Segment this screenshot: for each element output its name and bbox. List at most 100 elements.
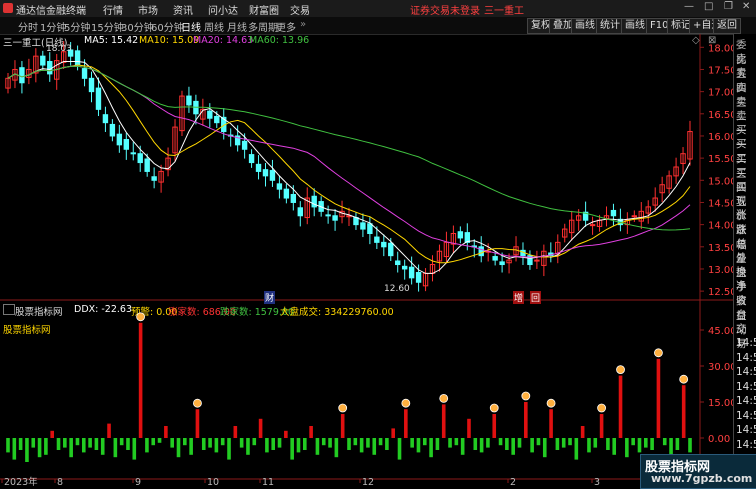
ddx-bar-negative — [397, 438, 402, 460]
login-warning[interactable]: 证券交易未登录 — [410, 2, 480, 17]
ddx-bar-negative — [625, 438, 629, 458]
ddx-bar-negative — [410, 438, 414, 448]
period-more[interactable]: 更多 — [276, 19, 296, 34]
ddx-bar-negative — [416, 438, 421, 453]
alert-icon — [439, 393, 449, 403]
title-bar: 通达信金融终端 行情 市场 资讯 问小达 财富圈 交易 证券交易未登录 三一重工… — [0, 0, 756, 18]
menu-market[interactable]: 市场 — [138, 2, 158, 17]
increase-marker[interactable]: 增 — [513, 291, 525, 304]
buyback-marker[interactable]: 回 — [530, 291, 542, 304]
ddx-bar-negative — [631, 438, 635, 446]
candle-body — [276, 183, 283, 190]
ddx-bar-negative — [271, 438, 276, 450]
ddx-bar-negative — [6, 438, 10, 453]
menu-wealth[interactable]: 财富圈 — [249, 2, 279, 17]
candle-body — [415, 272, 422, 283]
expand-icon[interactable]: » — [300, 19, 306, 30]
ddx-bar-negative — [63, 438, 67, 448]
ddx-bar-negative — [113, 438, 118, 458]
candle-body — [499, 261, 505, 266]
ddx-tick-label: 15.00 — [708, 398, 733, 409]
minimize-icon[interactable]: — — [684, 1, 694, 12]
period-tab[interactable]: 1分钟 — [40, 19, 66, 34]
candle-body — [262, 169, 269, 177]
ddx-bar-negative — [688, 438, 692, 453]
candle-body — [47, 60, 53, 75]
date-tick-label: 11 — [262, 477, 274, 487]
kline-chart[interactable]: 45.00 30.00 15.00 0.00 18.00 17.50 17.00 16.50… — [0, 34, 733, 487]
ddx-bar-negative — [227, 438, 231, 460]
ddx-bar-negative — [454, 438, 459, 446]
ddx-bar-negative — [435, 438, 440, 450]
draw-button[interactable]: 画线 — [571, 18, 599, 34]
maximize-icon[interactable]: □ — [704, 1, 713, 12]
stats-button[interactable]: 统计 — [596, 18, 624, 34]
ddx-bar-negative — [498, 438, 503, 446]
restore-icon[interactable]: ❐ — [724, 1, 733, 12]
candle-body — [401, 265, 408, 270]
ddx-bar-negative — [119, 438, 124, 446]
candle-body — [151, 176, 157, 181]
period-tab[interactable]: 15分钟 — [91, 19, 124, 34]
ddx-bar-negative — [486, 438, 490, 448]
finance-marker[interactable]: 财 — [264, 291, 276, 304]
ddx-tick-label: 30.00 — [708, 362, 733, 373]
date-tick-label: 2023年 — [4, 476, 38, 487]
ddx-bar-positive — [309, 426, 313, 438]
close-icon[interactable]: ✕ — [742, 1, 750, 12]
ddx-bar-negative — [448, 438, 452, 448]
ddx-bar-positive — [284, 430, 288, 438]
candle-body — [95, 87, 102, 110]
trade-time: 14:50 — [736, 351, 756, 364]
candle-body — [269, 170, 276, 181]
period-tab[interactable]: 60分钟 — [151, 19, 184, 34]
ddx-bar-negative — [574, 438, 579, 460]
ddx-bar-negative — [517, 438, 522, 448]
period-tab[interactable]: 5分钟 — [64, 19, 90, 34]
ddx-bar-positive — [656, 358, 661, 438]
period-tab-active[interactable]: 日线 — [181, 19, 201, 34]
menu-news[interactable]: 资讯 — [173, 2, 193, 17]
alert-icon — [546, 398, 556, 408]
trade-time: 14:50 — [736, 380, 756, 393]
candle-body — [478, 246, 484, 257]
period-tab[interactable]: 周线 — [204, 19, 224, 34]
ddx-bar-negative — [296, 438, 301, 453]
period-tab[interactable]: 30分钟 — [121, 19, 154, 34]
ddx-bar-negative — [183, 438, 187, 446]
ddx-bar-negative — [555, 438, 560, 450]
price-tick-label: 16.00 — [708, 132, 733, 143]
ddx-bar-negative — [44, 438, 48, 455]
menu-trade[interactable]: 交易 — [290, 2, 310, 17]
candle-body — [40, 55, 46, 66]
ddx-bar-negative — [675, 438, 680, 450]
period-tab[interactable]: 月线 — [227, 19, 247, 34]
ddx-bar-positive — [549, 409, 553, 438]
menu-ask[interactable]: 问小达 — [208, 2, 238, 17]
candle-body — [74, 50, 81, 66]
ddx-bar-negative — [606, 438, 610, 450]
candle-body — [186, 95, 192, 106]
ma10-line — [7, 64, 691, 264]
candle-body — [381, 241, 387, 248]
ddx-bar-negative — [25, 438, 29, 462]
ddx-bar-positive — [618, 375, 623, 438]
ddx-bar-negative — [530, 438, 534, 453]
ddx-bar-negative — [170, 438, 174, 448]
period-tab[interactable]: 多周期 — [248, 19, 278, 34]
ddx-bar-negative — [378, 438, 383, 446]
date-tick-label: 3 — [594, 477, 600, 487]
ddx-bar-positive — [107, 423, 111, 438]
ddx-bar-negative — [302, 438, 307, 450]
candle-body — [374, 236, 380, 243]
candle-body — [332, 215, 338, 221]
alert-icon — [136, 312, 146, 322]
menu-quotes[interactable]: 行情 — [103, 2, 123, 17]
ddx-bar-negative — [208, 438, 212, 448]
back-button[interactable]: 返回 — [713, 18, 741, 34]
ddx-bar-negative — [81, 438, 86, 453]
draw-line-button[interactable]: 画线 — [621, 18, 649, 34]
period-tab[interactable]: 分时 — [18, 19, 38, 34]
ddx-bar-positive — [233, 426, 238, 438]
ddx-bar-positive — [340, 414, 345, 438]
